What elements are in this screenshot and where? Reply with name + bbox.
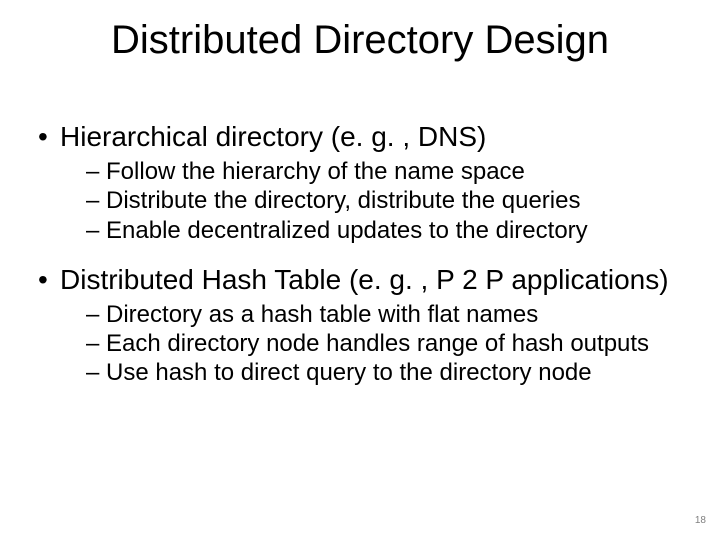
- slide-number: 18: [695, 515, 706, 526]
- bullet-1: •Hierarchical directory (e. g. , DNS): [38, 120, 688, 153]
- bullet-dot-icon: •: [38, 120, 60, 153]
- slide: Distributed Directory Design •Hierarchic…: [0, 0, 720, 540]
- sub-item: – Distribute the directory, distribute t…: [86, 186, 688, 215]
- slide-body: •Hierarchical directory (e. g. , DNS) – …: [38, 120, 688, 388]
- sub-item: – Follow the hierarchy of the name space: [86, 157, 688, 186]
- sub-item: – Enable decentralized updates to the di…: [86, 216, 688, 245]
- sub-item: – Each directory node handles range of h…: [86, 329, 688, 358]
- bullet-2-subs: – Directory as a hash table with flat na…: [86, 300, 688, 388]
- slide-title: Distributed Directory Design: [0, 18, 720, 63]
- bullet-1-subs: – Follow the hierarchy of the name space…: [86, 157, 688, 245]
- bullet-2-text: Distributed Hash Table (e. g. , P 2 P ap…: [60, 264, 669, 295]
- bullet-1-text: Hierarchical directory (e. g. , DNS): [60, 121, 486, 152]
- sub-item: – Directory as a hash table with flat na…: [86, 300, 688, 329]
- bullet-2: •Distributed Hash Table (e. g. , P 2 P a…: [38, 263, 688, 296]
- bullet-dot-icon: •: [38, 263, 60, 296]
- sub-item: – Use hash to direct query to the direct…: [86, 358, 688, 387]
